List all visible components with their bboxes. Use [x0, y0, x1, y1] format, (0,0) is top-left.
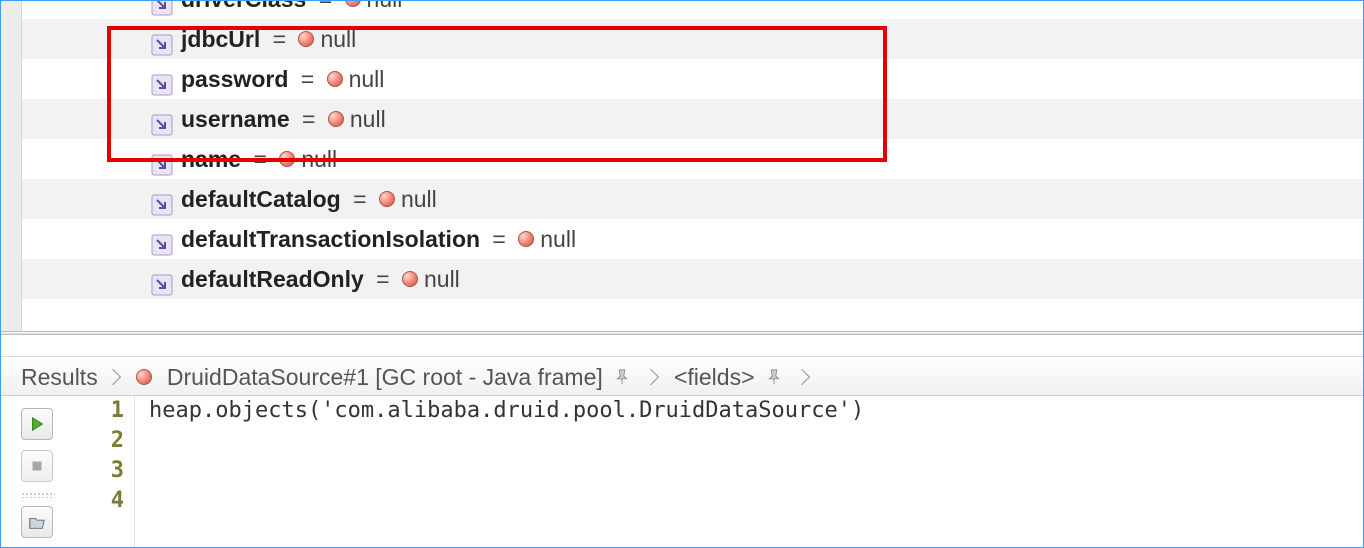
editor-toolbar: [1, 396, 83, 547]
toolbar-separator: [21, 492, 55, 498]
field-value: null: [367, 1, 403, 12]
equals-sign: =: [480, 226, 518, 252]
pin-icon[interactable]: [765, 358, 783, 398]
field-name: defaultReadOnly: [181, 266, 364, 292]
field-row[interactable]: defaultReadOnly = null: [1, 259, 1363, 299]
null-dot-icon: [402, 271, 418, 287]
line-number-gutter: 1234: [83, 396, 135, 547]
run-button[interactable]: [21, 408, 53, 440]
equals-sign: =: [288, 66, 326, 92]
field-name: defaultCatalog: [181, 186, 341, 212]
code-area[interactable]: heap.objects('com.alibaba.druid.pool.Dru…: [135, 396, 1363, 547]
null-dot-icon: [327, 71, 343, 87]
open-button[interactable]: [21, 506, 53, 538]
null-dot-icon: [379, 191, 395, 207]
chevron-icon: [648, 358, 662, 398]
equals-sign: =: [260, 26, 298, 52]
line-number: 4: [83, 486, 134, 516]
field-arrow-icon: [151, 188, 173, 210]
field-name: name: [181, 146, 241, 172]
equals-sign: =: [306, 1, 344, 12]
field-row[interactable]: username = null: [1, 99, 1363, 139]
pane-splitter[interactable]: [1, 331, 1363, 359]
equals-sign: =: [241, 146, 279, 172]
code-line[interactable]: [149, 456, 1363, 486]
breadcrumb-object[interactable]: DruidDataSource#1 [GC root - Java frame]: [167, 364, 603, 390]
null-dot-icon: [345, 1, 361, 7]
field-row[interactable]: defaultTransactionIsolation = null: [1, 219, 1363, 259]
tree-gutter: [1, 1, 22, 331]
line-number: 1: [83, 396, 134, 426]
field-row[interactable]: password = null: [1, 59, 1363, 99]
field-row[interactable]: name = null: [1, 139, 1363, 179]
field-value: null: [350, 106, 386, 132]
code-line[interactable]: heap.objects('com.alibaba.druid.pool.Dru…: [149, 396, 1363, 426]
code-line[interactable]: [149, 486, 1363, 516]
equals-sign: =: [341, 186, 379, 212]
chevron-icon: [110, 358, 124, 398]
field-name: defaultTransactionIsolation: [181, 226, 480, 252]
breadcrumb: Results DruidDataSource#1 [GC root - Jav…: [1, 356, 1363, 396]
chevron-icon: [799, 358, 813, 398]
stop-button[interactable]: [21, 450, 53, 482]
field-arrow-icon: [151, 148, 173, 170]
field-row[interactable]: defaultCatalog = null: [1, 179, 1363, 219]
null-dot-icon: [518, 231, 534, 247]
fields-pane: driverClass = nulljdbcUrl = nullpassword…: [1, 1, 1363, 331]
field-row[interactable]: jdbcUrl = null: [1, 19, 1363, 59]
field-arrow-icon: [151, 1, 173, 10]
field-arrow-icon: [151, 28, 173, 50]
field-arrow-icon: [151, 108, 173, 130]
object-dot-icon: [136, 369, 152, 385]
field-row[interactable]: driverClass = null: [1, 1, 1363, 19]
pin-icon[interactable]: [613, 358, 631, 398]
code-line[interactable]: [149, 426, 1363, 456]
field-name: password: [181, 66, 288, 92]
field-value: null: [424, 266, 460, 292]
breadcrumb-root[interactable]: Results: [21, 364, 98, 390]
field-value: null: [401, 186, 437, 212]
breadcrumb-fields[interactable]: <fields>: [674, 364, 755, 390]
field-name: jdbcUrl: [181, 26, 260, 52]
field-arrow-icon: [151, 268, 173, 290]
field-value: null: [320, 26, 356, 52]
null-dot-icon: [298, 31, 314, 47]
null-dot-icon: [279, 151, 295, 167]
field-value: null: [349, 66, 385, 92]
line-number: 3: [83, 456, 134, 486]
field-value: null: [301, 146, 337, 172]
field-name: driverClass: [181, 1, 306, 12]
null-dot-icon: [328, 111, 344, 127]
equals-sign: =: [290, 106, 328, 132]
field-arrow-icon: [151, 68, 173, 90]
field-value: null: [540, 226, 576, 252]
field-name: username: [181, 106, 290, 132]
oql-editor: 1234 heap.objects('com.alibaba.druid.poo…: [1, 396, 1363, 547]
equals-sign: =: [364, 266, 402, 292]
field-arrow-icon: [151, 228, 173, 250]
line-number: 2: [83, 426, 134, 456]
